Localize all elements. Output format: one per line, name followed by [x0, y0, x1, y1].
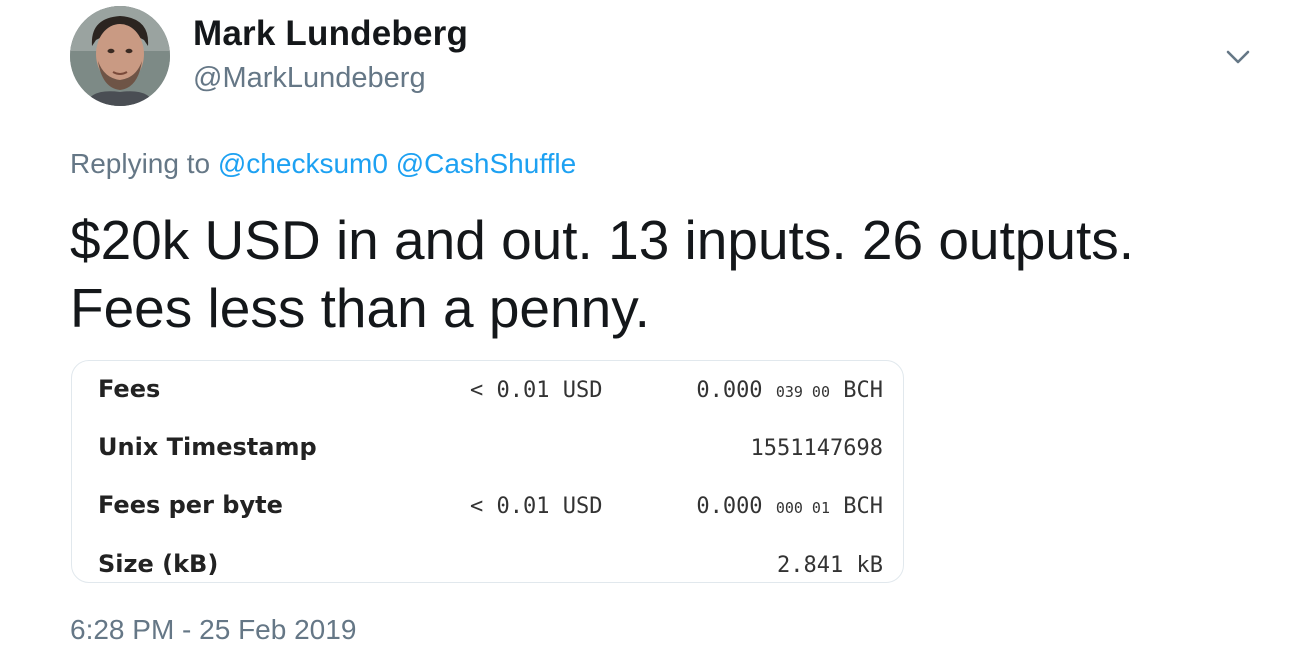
author-handle[interactable]: @MarkLundeberg [193, 62, 426, 95]
fees-row: Fees < 0.01 USD 0.000 039 00 BCH [72, 361, 903, 419]
fees-per-byte-bch: 0.000 000 01 BCH [696, 494, 883, 519]
author-display-name[interactable]: Mark Lundeberg [193, 14, 468, 54]
tweet-text: $20k USD in and out. 13 inputs. 26 outpu… [70, 206, 1250, 342]
tweet-timestamp[interactable]: 6:28 PM - 25 Feb 2019 [70, 614, 356, 646]
replying-prefix: Replying to [70, 148, 211, 179]
unix-timestamp-label: Unix Timestamp [98, 433, 317, 461]
tweet-text-line-2: Fees less than a penny. [70, 277, 650, 339]
fees-usd: < 0.01 USD [470, 378, 603, 403]
size-label: Size (kB) [98, 550, 219, 578]
fees-per-byte-row: Fees per byte < 0.01 USD 0.000 000 01 BC… [72, 477, 903, 535]
chevron-down-icon[interactable] [1222, 42, 1254, 70]
transaction-details-image[interactable]: Fees < 0.01 USD 0.000 039 00 BCH Unix Ti… [71, 360, 904, 583]
size-value: 2.841 kB [777, 553, 883, 578]
fees-bch-unit: BCH [843, 378, 883, 403]
fees-per-byte-usd: < 0.01 USD [470, 494, 603, 519]
fees-per-byte-bch-small: 000 01 [775, 499, 830, 517]
fees-bch-small: 039 00 [775, 383, 830, 401]
size-row: Size (kB) 2.841 kB [72, 536, 903, 594]
fees-bch: 0.000 039 00 BCH [696, 378, 883, 403]
replying-to: Replying to @checksum0 @CashShuffle [70, 148, 576, 180]
mention-cashshuffle[interactable]: @CashShuffle [396, 148, 576, 179]
avatar-image [70, 6, 170, 106]
fees-label: Fees [98, 375, 161, 403]
fees-per-byte-label: Fees per byte [98, 491, 283, 519]
unix-timestamp-value: 1551147698 [750, 436, 883, 461]
unix-timestamp-row: Unix Timestamp 1551147698 [72, 419, 903, 477]
fees-bch-main: 0.000 [696, 378, 763, 403]
avatar[interactable] [70, 6, 170, 106]
tweet-text-line-1: $20k USD in and out. 13 inputs. 26 outpu… [70, 209, 1135, 271]
fees-per-byte-bch-unit: BCH [843, 494, 883, 519]
mention-checksum0[interactable]: @checksum0 [218, 148, 388, 179]
fees-per-byte-bch-main: 0.000 [696, 494, 763, 519]
